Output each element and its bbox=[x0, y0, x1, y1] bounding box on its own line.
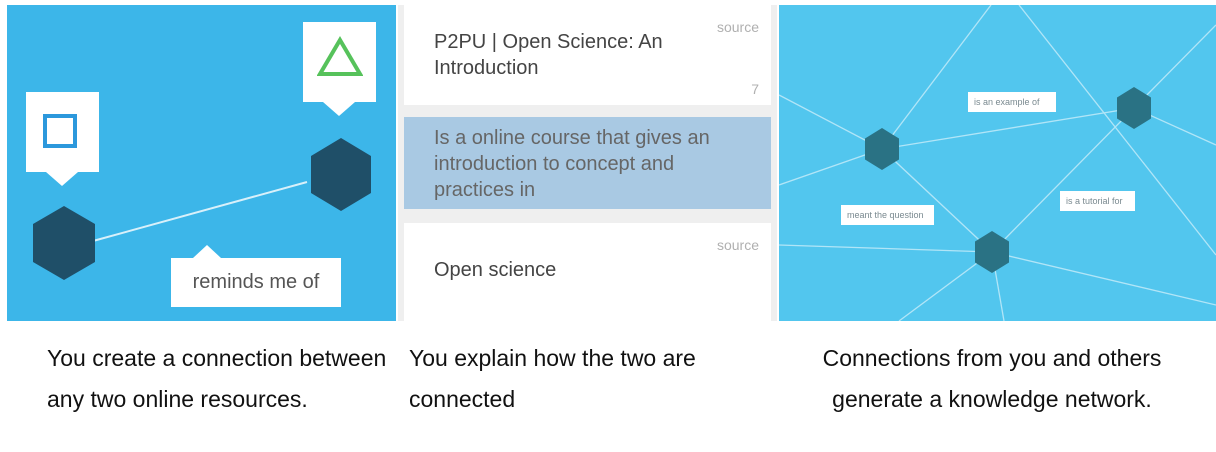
knowledge-network-graph bbox=[779, 5, 1216, 321]
caption-create-connection: You create a connection between any two … bbox=[47, 345, 387, 412]
square-icon bbox=[43, 114, 77, 148]
edge-label-text: is a tutorial for bbox=[1066, 196, 1123, 206]
square-resource-marker bbox=[26, 92, 99, 186]
triangle-resource-marker bbox=[303, 22, 376, 116]
source-card-bottom[interactable]: source Open science bbox=[404, 223, 771, 321]
explanation-card[interactable]: Is a online course that gives an introdu… bbox=[404, 117, 771, 209]
edge-label-text: meant the question bbox=[847, 210, 924, 220]
connection-label-text: reminds me of bbox=[192, 271, 320, 293]
network-edge-label: is an example of bbox=[968, 92, 1056, 112]
caption-explain-connection: You explain how the two are connected bbox=[409, 345, 696, 412]
triangle-icon bbox=[317, 36, 363, 76]
connection-line bbox=[92, 181, 308, 242]
network-edge-label: meant the question bbox=[841, 205, 934, 225]
network-node-hexagon bbox=[1117, 87, 1151, 129]
knowledge-network-panel: is an example of meant the question is a… bbox=[779, 5, 1216, 321]
network-edge-label: is a tutorial for bbox=[1060, 191, 1135, 211]
edge-label-text: is an example of bbox=[974, 97, 1040, 107]
source-label: source bbox=[716, 19, 759, 35]
network-node-hexagon bbox=[975, 231, 1009, 273]
marker-pointer bbox=[323, 102, 355, 116]
source-card-top[interactable]: source P2PU | Open Science: An Introduct… bbox=[404, 5, 771, 105]
network-edges bbox=[779, 5, 1216, 321]
explanation-panel: source P2PU | Open Science: An Introduct… bbox=[398, 5, 777, 321]
explanation-text[interactable]: Is a online course that gives an introdu… bbox=[434, 125, 754, 203]
connection-illustration-panel: reminds me of bbox=[7, 5, 396, 321]
source-title[interactable]: P2PU | Open Science: An Introduction bbox=[434, 29, 704, 81]
source-title[interactable]: Open science bbox=[434, 257, 704, 283]
resource-node-hexagon-left bbox=[33, 206, 95, 280]
resource-node-hexagon-right bbox=[311, 138, 371, 211]
connection-count: 7 bbox=[751, 81, 759, 97]
marker-pointer bbox=[46, 172, 78, 186]
caption-knowledge-network: Connections from you and others generate… bbox=[822, 345, 1162, 412]
label-pointer bbox=[193, 245, 221, 258]
source-label: source bbox=[716, 237, 759, 253]
connection-label: reminds me of bbox=[171, 245, 341, 307]
